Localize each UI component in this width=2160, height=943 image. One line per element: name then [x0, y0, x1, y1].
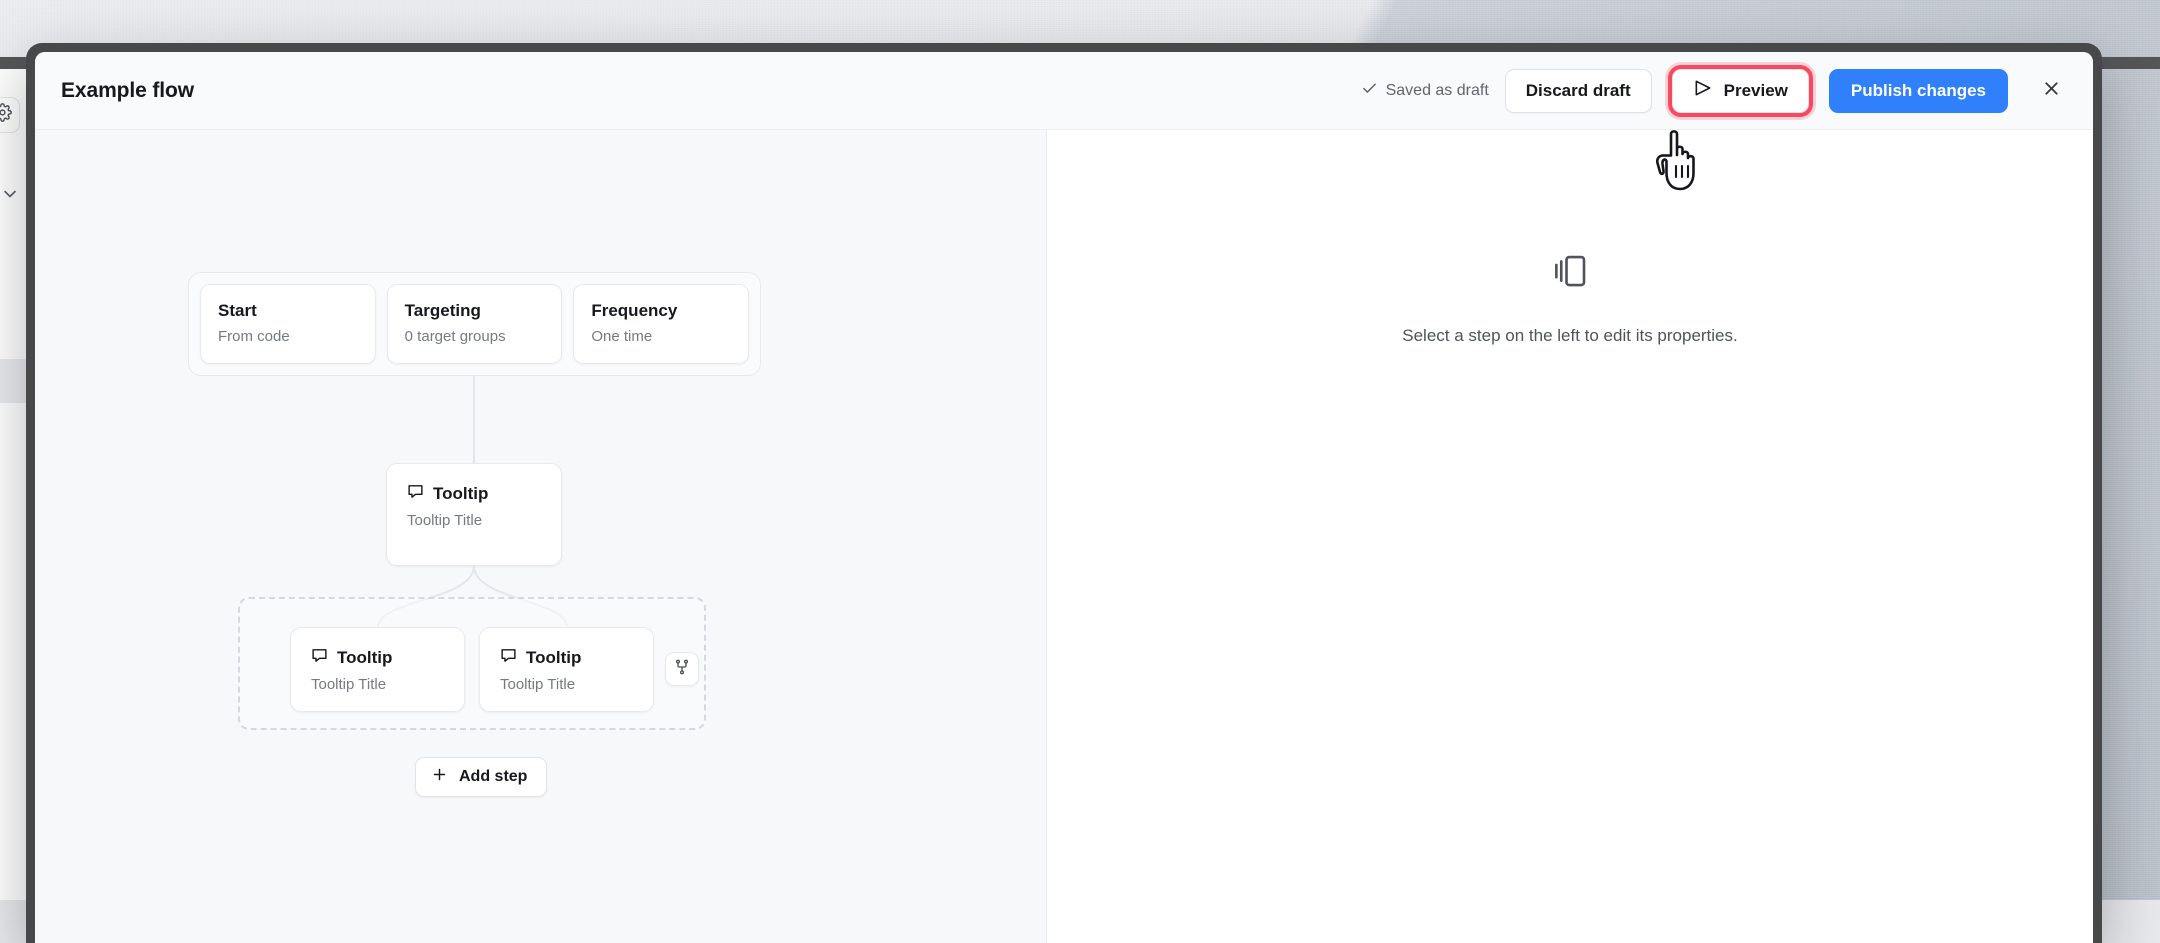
publish-changes-label: Publish changes: [1851, 81, 1986, 101]
page-title: Example flow: [61, 79, 194, 103]
sidebar-settings-button[interactable]: [0, 97, 20, 133]
flow-canvas[interactable]: Start From code Targeting 0 target group…: [35, 130, 1047, 943]
meta-card-title: Frequency: [591, 301, 731, 321]
flow-editor-modal: Example flow Saved as draft Discard draf…: [35, 52, 2093, 943]
step-node-tooltip-root[interactable]: Tooltip Tooltip Title: [386, 463, 562, 566]
preview-button-highlight: Preview: [1665, 62, 1816, 120]
meta-card-subtitle: One time: [591, 328, 731, 345]
step-node-tooltip-branch-2[interactable]: Tooltip Tooltip Title: [479, 627, 654, 712]
chevron-down-icon: [0, 184, 20, 209]
empty-state-message: Select a step on the left to edit its pr…: [1402, 326, 1737, 346]
flow-graph: Start From code Targeting 0 target group…: [35, 130, 1047, 890]
meta-card-subtitle: 0 target groups: [405, 328, 545, 345]
flow-meta-group: Start From code Targeting 0 target group…: [188, 272, 761, 376]
add-step-button[interactable]: Add step: [415, 757, 547, 797]
send-triangle-icon: [1693, 78, 1713, 103]
step-node-title: Tooltip Title: [311, 676, 444, 693]
step-node-header: Tooltip: [500, 647, 633, 669]
step-node-type: Tooltip: [526, 648, 581, 668]
discard-draft-label: Discard draft: [1526, 81, 1631, 101]
close-icon: [2041, 78, 2062, 104]
sidebar-collapse-chevron[interactable]: [0, 184, 22, 208]
preview-label: Preview: [1724, 81, 1788, 101]
meta-card-frequency[interactable]: Frequency One time: [573, 284, 749, 364]
step-node-header: Tooltip: [311, 647, 444, 669]
step-node-tooltip-branch-1[interactable]: Tooltip Tooltip Title: [290, 627, 465, 712]
meta-card-subtitle: From code: [218, 328, 358, 345]
check-icon: [1361, 80, 1378, 102]
meta-card-start[interactable]: Start From code: [200, 284, 376, 364]
message-square-icon: [407, 483, 424, 505]
message-square-icon: [311, 647, 328, 669]
properties-empty-state: Select a step on the left to edit its pr…: [1047, 250, 2093, 346]
add-step-label: Add step: [459, 768, 527, 786]
step-properties-panel: Select a step on the left to edit its pr…: [1047, 130, 2093, 943]
modal-header: Example flow Saved as draft Discard draf…: [35, 52, 2093, 130]
step-node-type: Tooltip: [337, 648, 392, 668]
meta-card-targeting[interactable]: Targeting 0 target groups: [387, 284, 563, 364]
saved-status: Saved as draft: [1361, 80, 1489, 102]
step-node-title: Tooltip Title: [500, 676, 633, 693]
meta-card-title: Targeting: [405, 301, 545, 321]
step-node-type: Tooltip: [433, 484, 488, 504]
message-square-icon: [500, 647, 517, 669]
card-stack-icon: [1549, 250, 1591, 297]
close-button[interactable]: [2031, 71, 2071, 111]
step-node-header: Tooltip: [407, 483, 541, 505]
step-node-title: Tooltip Title: [407, 512, 541, 529]
saved-status-label: Saved as draft: [1386, 82, 1489, 100]
discard-draft-button[interactable]: Discard draft: [1505, 69, 1652, 113]
branch-settings-button[interactable]: [665, 652, 699, 686]
preview-button[interactable]: Preview: [1672, 69, 1809, 113]
plus-icon: [431, 766, 448, 788]
git-branch-icon: [674, 659, 690, 680]
meta-card-title: Start: [218, 301, 358, 321]
header-actions: Saved as draft Discard draft Preview: [1361, 62, 2071, 120]
flow-editor-window-frame: Example flow Saved as draft Discard draf…: [26, 43, 2102, 943]
publish-changes-button[interactable]: Publish changes: [1829, 69, 2008, 113]
gear-icon: [0, 103, 12, 127]
modal-body: Start From code Targeting 0 target group…: [35, 130, 2093, 943]
